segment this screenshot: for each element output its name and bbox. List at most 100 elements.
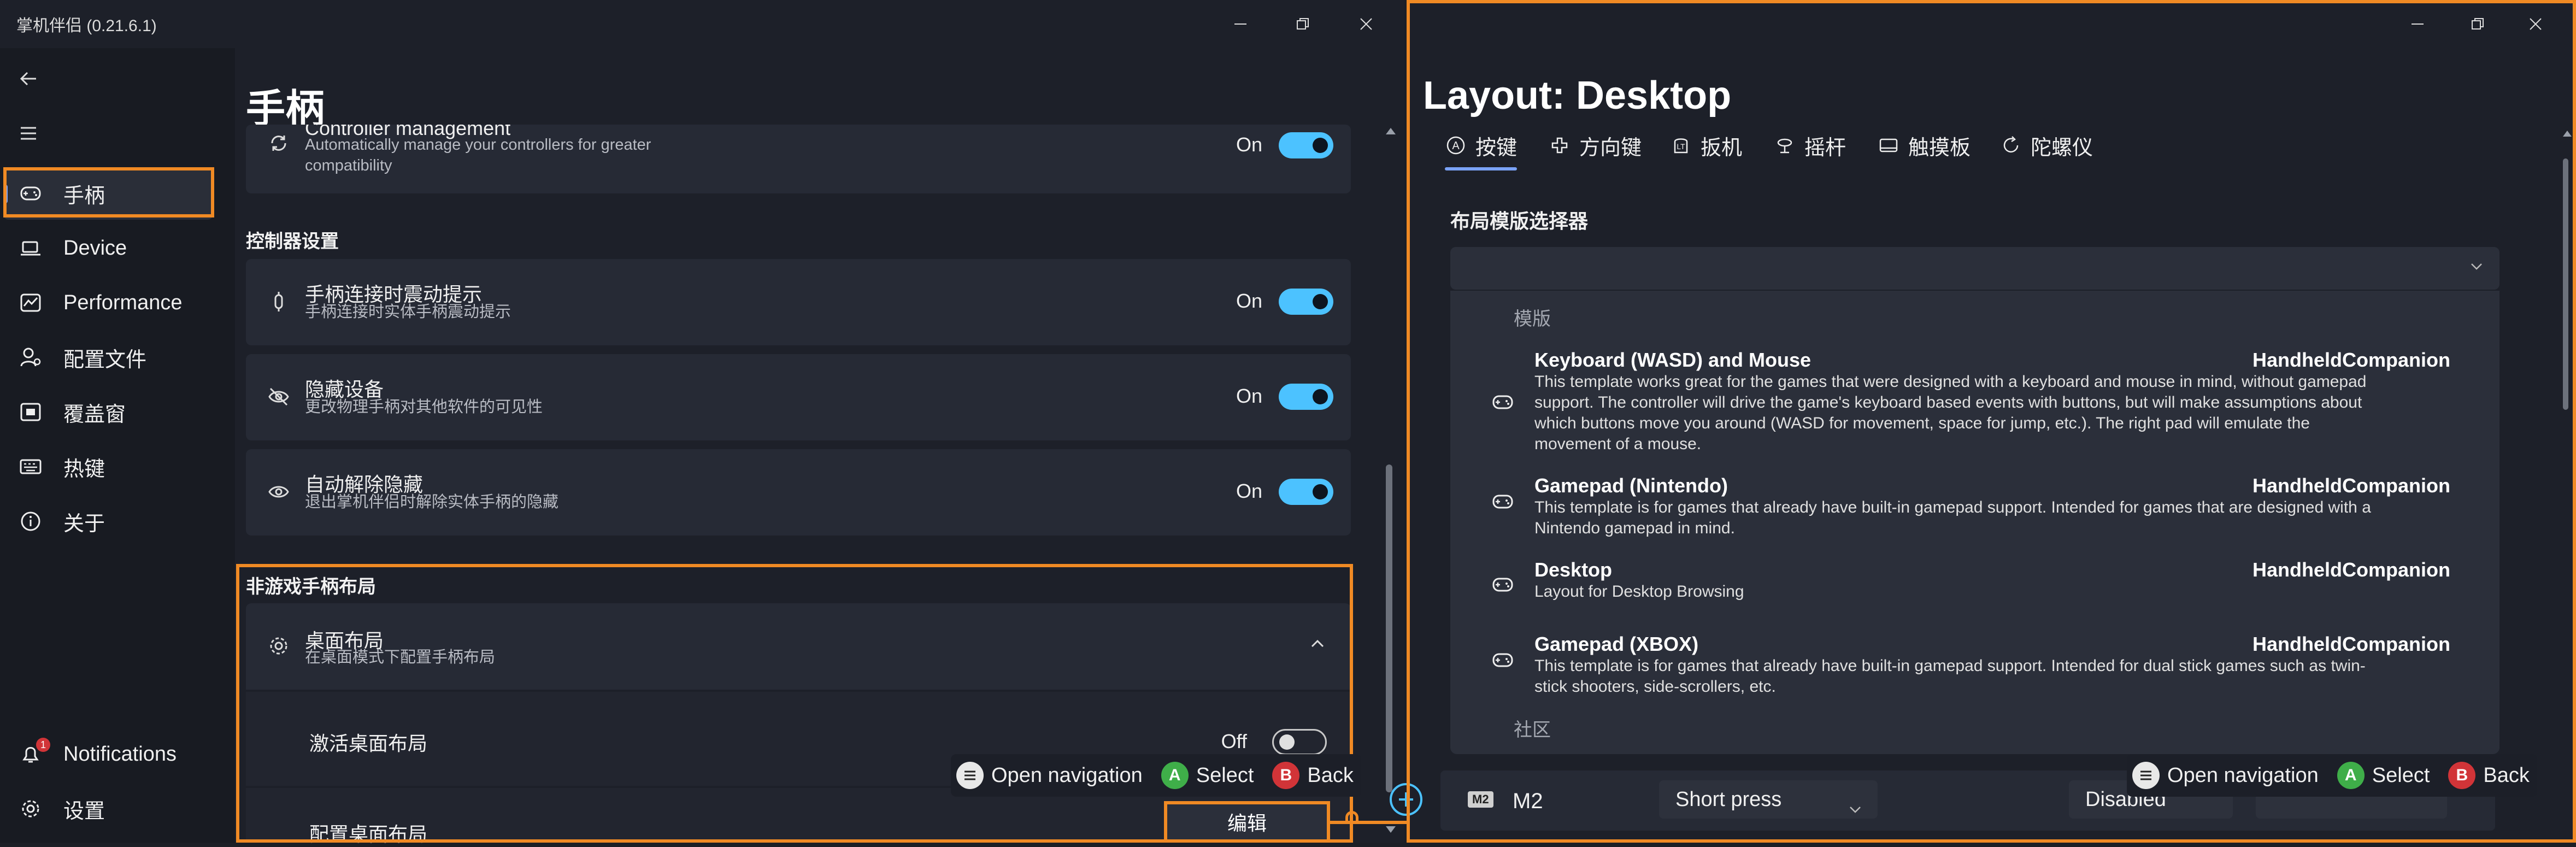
controller-hint-bar: Open navigation A Select B Back (2127, 754, 2537, 797)
sidebar-item-about[interactable]: 关于 (3, 495, 213, 548)
bell-icon: 1 (20, 738, 50, 765)
touchpad-icon (1878, 134, 1899, 156)
template-owner: HandheldCompanion (2252, 349, 2450, 371)
scroll-up-icon[interactable] (1385, 126, 1397, 138)
group-header: 模版 (1514, 309, 1551, 330)
close-icon[interactable] (2519, 10, 2552, 38)
tab-dpad[interactable]: 方向键 (1549, 129, 1642, 162)
chevron-up-icon[interactable] (1309, 638, 1326, 652)
template-name: Desktop (1534, 558, 1613, 581)
sidebar-item-label: 热键 (63, 457, 105, 481)
scrollbar-thumb[interactable] (1386, 464, 1392, 792)
template-selector-label: 布局模版选择器 (1450, 210, 1589, 232)
sidebar-item-label: 手柄 (63, 184, 105, 208)
tab-label: 方向键 (1579, 136, 1642, 160)
vibrate-on-connect-card[interactable]: 手柄连接时震动提示 手柄连接时实体手柄震动提示 On (246, 259, 1351, 345)
info-icon (20, 510, 42, 532)
auto-unhide-card[interactable]: 自动解除隐藏 退出掌机伴侣时解除实体手柄的隐藏 On (246, 449, 1351, 536)
tab-joysticks[interactable]: 摇杆 (1774, 129, 1846, 162)
template-name: Gamepad (XBOX) (1534, 633, 1699, 655)
sidebar-item-notifications[interactable]: 1 Notifications (3, 728, 213, 780)
tab-touchpad[interactable]: 触摸板 (1878, 129, 1971, 162)
hide-device-toggle[interactable] (1279, 384, 1333, 410)
template-owner: HandheldCompanion (2252, 633, 2450, 655)
template-option[interactable]: Desktop HandheldCompanion Layout for Des… (1450, 558, 2499, 608)
sidebar-item-profiles[interactable]: 配置文件 (3, 331, 213, 384)
template-desc: Layout for Desktop Browsing (1534, 583, 1744, 601)
card-desc: 退出掌机伴侣时解除实体手柄的隐藏 (305, 493, 559, 511)
toggle-state: On (1236, 290, 1262, 312)
group-header: 社区 (1514, 720, 1551, 740)
activate-desktop-layout-toggle[interactable] (1272, 729, 1327, 755)
hint-back: Back (2483, 763, 2530, 787)
controller-management-toggle[interactable] (1279, 132, 1333, 158)
minimize-icon[interactable] (1224, 10, 1257, 38)
add-circle-icon[interactable] (1388, 781, 1424, 820)
scroll-up-icon[interactable] (2562, 129, 2573, 140)
b-button-icon: B (2448, 762, 2476, 789)
desktop-layout-expander[interactable]: 桌面布局 在桌面模式下配置手柄布局 (246, 603, 1351, 690)
minimize-icon[interactable] (2401, 10, 2434, 38)
gamepad-icon (20, 183, 42, 204)
page-title: Layout: Desktop (1423, 74, 1732, 117)
gamepad-icon (1491, 573, 1515, 597)
hint-open-navigation: Open navigation (2167, 763, 2319, 787)
a-button-icon: A (1445, 134, 1467, 156)
tab-buttons[interactable]: A 按键 (1445, 129, 1518, 170)
m2-badge-icon: M2 (1468, 791, 1493, 808)
restore-icon[interactable] (1286, 10, 1319, 38)
trigger-icon: LT (1670, 134, 1692, 156)
tab-label: 按键 (1475, 136, 1518, 160)
gyroscope-icon (2000, 134, 2022, 156)
laptop-icon (20, 237, 42, 259)
sidebar-item-settings[interactable]: 设置 (3, 783, 213, 835)
template-option[interactable]: Gamepad (XBOX) HandheldCompanion This te… (1450, 633, 2499, 698)
template-option[interactable]: Keyboard (WASD) and Mouse HandheldCompan… (1450, 349, 2499, 453)
vibrate-toggle[interactable] (1279, 289, 1333, 315)
controller-icon (268, 291, 290, 313)
edit-button[interactable]: 编辑 (1164, 801, 1330, 843)
sidebar-item-controller[interactable]: 手柄 (3, 167, 213, 220)
controller-management-card[interactable]: Controller management Automatically mana… (246, 125, 1351, 193)
layout-window: Layout: Desktop A 按键 方向键 LT 扳机 摇杆 触摸板 陀螺… (1409, 0, 2576, 843)
auto-unhide-toggle[interactable] (1279, 479, 1333, 505)
sidebar-item-label: 覆盖窗 (63, 403, 126, 426)
eye-icon (268, 481, 290, 503)
sidebar-item-hotkeys[interactable]: 热键 (3, 440, 213, 493)
sidebar-item-device[interactable]: Device (3, 222, 213, 274)
template-dropdown-list: 模版 Keyboard (WASD) and Mouse HandheldCom… (1450, 291, 2499, 754)
template-selector-dropdown[interactable] (1450, 247, 2499, 290)
hamburger-menu-icon[interactable] (17, 122, 39, 147)
tab-triggers[interactable]: LT 扳机 (1670, 129, 1742, 162)
template-desc: This template works great for the games … (1534, 373, 2367, 453)
sidebar-item-overlay[interactable]: 覆盖窗 (3, 386, 213, 438)
profiles-icon (20, 346, 42, 368)
card-desc: 在桌面模式下配置手柄布局 (305, 649, 496, 666)
close-icon[interactable] (1350, 10, 1383, 38)
scrollbar-thumb[interactable] (2563, 158, 2568, 410)
template-option[interactable]: Gamepad (Nintendo) HandheldCompanion Thi… (1450, 474, 2499, 540)
press-type-dropdown[interactable]: Short press (1659, 780, 1878, 819)
button-label: M2 (1513, 789, 1543, 813)
a-button-icon: A (1161, 762, 1189, 789)
joystick-icon (1774, 134, 1796, 156)
sync-icon (268, 132, 290, 154)
tab-label: 摇杆 (1804, 136, 1846, 160)
template-owner: HandheldCompanion (2252, 558, 2450, 581)
svg-text:A: A (1452, 140, 1460, 152)
notification-badge: 1 (36, 738, 50, 752)
row-label: 激活桌面布局 (309, 732, 428, 755)
hide-device-card[interactable]: 隐藏设备 更改物理手柄对其他软件的可见性 On (246, 354, 1351, 440)
toggle-state: Off (1221, 730, 1247, 752)
scroll-down-icon[interactable] (1385, 825, 1397, 838)
back-arrow-icon[interactable] (17, 68, 39, 92)
svg-text:LT: LT (1677, 142, 1685, 151)
template-desc: This template is for games that already … (1534, 657, 2366, 696)
gamepad-icon (1491, 390, 1515, 414)
connector-arc (1345, 811, 1358, 824)
restore-icon[interactable] (2461, 10, 2494, 38)
card-desc: compatibility (305, 157, 392, 174)
sidebar-item-performance[interactable]: Performance (3, 277, 213, 329)
tab-gyroscope[interactable]: 陀螺仪 (2000, 129, 2093, 162)
card-desc: 更改物理手柄对其他软件的可见性 (305, 398, 543, 416)
